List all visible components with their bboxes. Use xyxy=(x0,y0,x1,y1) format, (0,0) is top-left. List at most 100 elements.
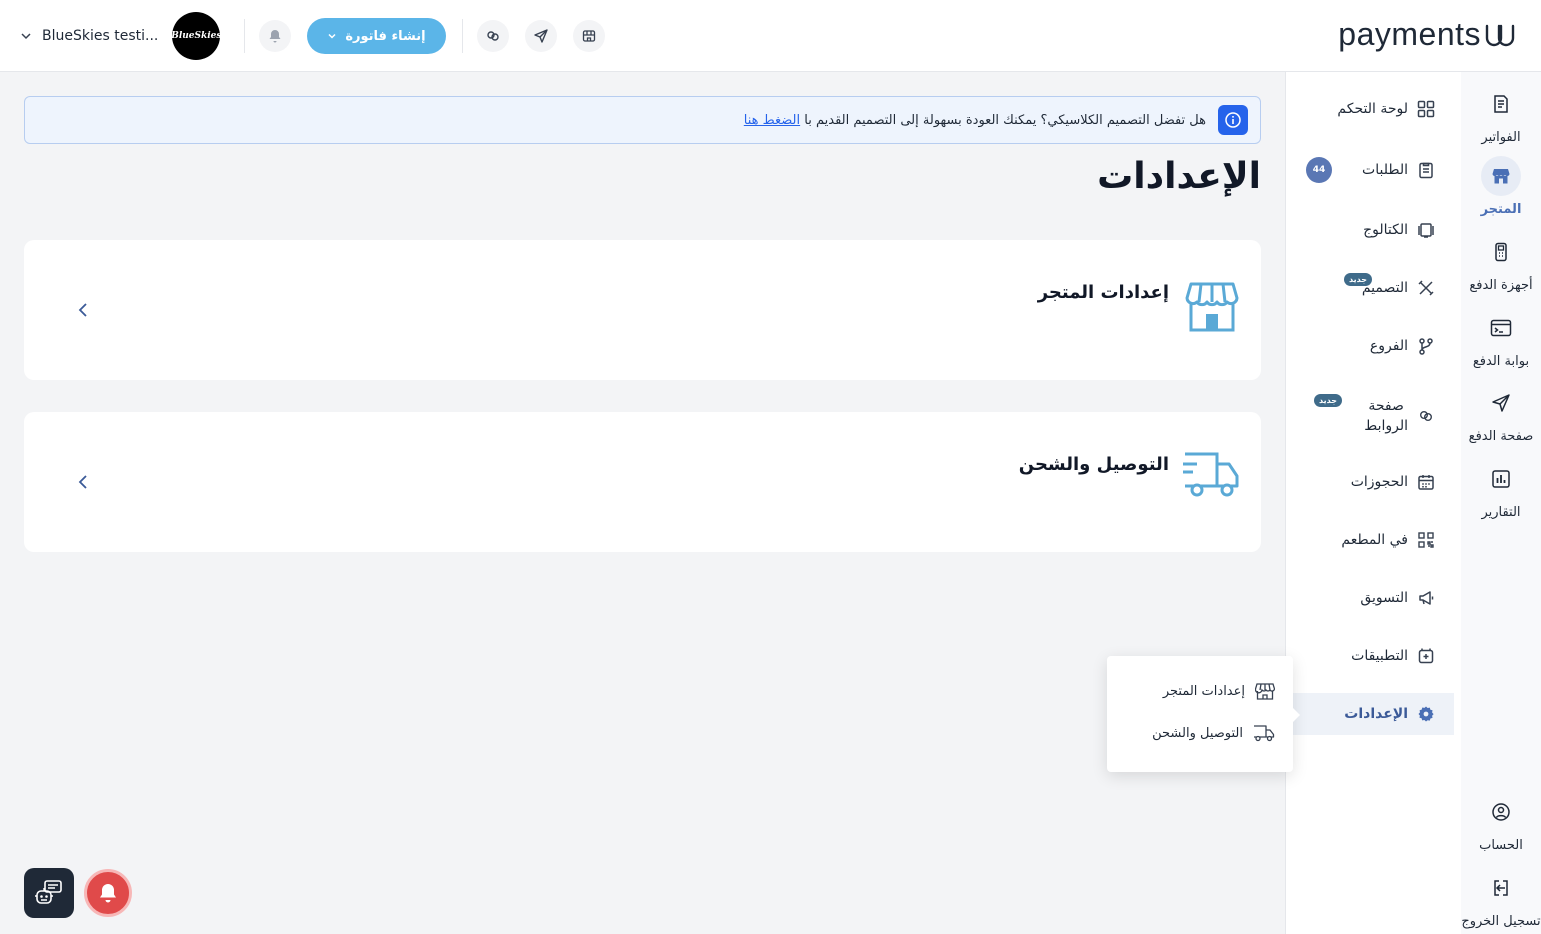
chevron-left-icon[interactable] xyxy=(76,472,88,492)
sidebar-item-label: الكتالوج xyxy=(1363,222,1408,238)
gear-icon xyxy=(1416,704,1436,724)
sidebar-item-links-page[interactable]: صفحة الروابط جديد xyxy=(1286,392,1454,440)
flyout-item-label: إعدادات المتجر xyxy=(1162,683,1245,699)
bell-icon xyxy=(269,30,281,43)
store-sub-sidebar: لوحة التحكم الطلبات 44 الكتالوج التصميم … xyxy=(1285,72,1461,934)
account-icon xyxy=(1481,792,1521,832)
catalog-icon xyxy=(1416,220,1436,240)
links-button[interactable] xyxy=(476,20,509,52)
store-icon xyxy=(582,30,595,42)
sidebar-item-payment-page[interactable]: صفحة الدفع xyxy=(1461,383,1541,444)
sidebar-item-label: المتجر xyxy=(1480,202,1522,217)
send-icon xyxy=(533,29,548,43)
sidebar-item-dashboard[interactable]: لوحة التحكم xyxy=(1286,88,1454,130)
create-invoice-label: إنشاء فاتورة xyxy=(345,28,426,44)
invoice-icon xyxy=(1481,84,1521,124)
sidebar-item-branches[interactable]: الفروع xyxy=(1286,325,1454,367)
chevron-left-icon[interactable] xyxy=(76,300,88,320)
clipboard-icon xyxy=(1416,160,1436,180)
sidebar-item-store[interactable]: المتجر xyxy=(1461,156,1541,217)
bell-icon xyxy=(100,884,116,903)
store-switcher[interactable]: BlueSkies testi... xyxy=(20,28,158,44)
notifications-alert-button[interactable] xyxy=(84,869,132,917)
sidebar-item-label: أجهزة الدفع xyxy=(1469,278,1533,293)
calendar-icon xyxy=(1416,472,1436,492)
sidebar-item-label: التقارير xyxy=(1481,505,1521,520)
create-invoice-button[interactable]: إنشاء فاتورة xyxy=(307,18,446,54)
chatbot-button[interactable] xyxy=(24,868,74,918)
sidebar-item-design[interactable]: التصميم جديد xyxy=(1286,267,1454,309)
logo-mark-icon xyxy=(1485,24,1515,46)
logo-text: payments xyxy=(1338,16,1481,52)
delivery-truck-icon xyxy=(1253,724,1275,742)
sidebar-item-label: الإعدادات xyxy=(1344,706,1408,722)
new-badge: جديد xyxy=(1344,273,1373,286)
info-icon xyxy=(1218,105,1248,135)
sidebar-item-payment-devices[interactable]: أجهزة الدفع xyxy=(1461,232,1541,293)
storefront-icon xyxy=(1255,682,1275,700)
store-settings-card[interactable]: إعدادات المتجر xyxy=(24,240,1261,380)
apps-icon xyxy=(1416,646,1436,666)
app-logo[interactable]: payments xyxy=(1338,16,1517,53)
sidebar-item-account[interactable]: الحساب xyxy=(1461,792,1541,853)
sidebar-item-catalog[interactable]: الكتالوج xyxy=(1286,209,1454,251)
grid-icon xyxy=(1416,99,1436,119)
sidebar-item-orders[interactable]: الطلبات 44 xyxy=(1286,149,1454,191)
sidebar-item-apps[interactable]: التطبيقات xyxy=(1286,635,1454,677)
terminal-icon xyxy=(1481,308,1521,348)
branch-icon xyxy=(1416,336,1436,356)
sidebar-item-label: بوابة الدفع xyxy=(1472,354,1530,369)
sidebar-item-invoices[interactable]: الفواتير xyxy=(1461,84,1541,145)
header-actions: BlueSkies testi... BlueSkies إنشاء فاتور… xyxy=(20,12,605,60)
sidebar-item-label: الفواتير xyxy=(1481,130,1521,145)
flyout-item-store-settings[interactable]: إعدادات المتجر xyxy=(1163,682,1275,700)
link-icon xyxy=(486,31,499,41)
avatar[interactable]: BlueSkies xyxy=(171,12,221,60)
bar-chart-icon xyxy=(1481,459,1521,499)
store-button[interactable] xyxy=(572,20,605,52)
settings-flyout-menu: إعدادات المتجر التوصيل والشحن xyxy=(1107,656,1300,772)
sidebar-item-label: الحساب xyxy=(1479,838,1523,853)
sidebar-item-label: الفروع xyxy=(1369,338,1408,354)
sidebar-item-label: في المطعم xyxy=(1341,532,1408,548)
sidebar-item-label: تسجيل الخروج xyxy=(1461,914,1541,929)
delivery-truck-icon xyxy=(1183,450,1239,500)
megaphone-icon xyxy=(1416,588,1436,608)
chevron-down-icon xyxy=(20,30,32,42)
banner-link[interactable]: الضغط هنا xyxy=(744,113,800,128)
notification-bell-button[interactable] xyxy=(259,20,292,52)
sidebar-item-label: التطبيقات xyxy=(1351,648,1408,664)
sidebar-item-payment-gateway[interactable]: بوابة الدفع xyxy=(1461,308,1541,369)
main-content: هل تفضل التصميم الكلاسيكي؟ يمكنك العودة … xyxy=(0,72,1285,934)
delivery-shipping-card[interactable]: التوصيل والشحن xyxy=(24,412,1261,552)
storefront-icon xyxy=(1185,278,1239,334)
primary-sidebar: الفواتير المتجر أجهزة الدفع بوابة الدفع … xyxy=(1461,72,1541,934)
store-name-label: BlueSkies testi... xyxy=(42,28,159,44)
pos-device-icon xyxy=(1481,232,1521,272)
banner-text: هل تفضل التصميم الكلاسيكي؟ يمكنك العودة … xyxy=(743,112,1206,128)
top-header: BlueSkies testi... BlueSkies إنشاء فاتور… xyxy=(0,0,1541,72)
sidebar-item-marketing[interactable]: التسويق xyxy=(1286,577,1454,619)
store-icon xyxy=(1481,156,1521,196)
robot-chat-icon xyxy=(35,880,62,904)
sidebar-item-settings[interactable]: الإعدادات xyxy=(1286,693,1454,735)
sidebar-item-label: الطلبات xyxy=(1362,162,1408,178)
sidebar-item-reports[interactable]: التقارير xyxy=(1461,459,1541,520)
sidebar-item-label: صفحة الروابط xyxy=(1364,398,1408,434)
send-icon xyxy=(1481,383,1521,423)
sidebar-item-bookings[interactable]: الحجوزات xyxy=(1286,461,1454,503)
new-badge: جديد xyxy=(1314,394,1343,407)
orders-count-badge: 44 xyxy=(1306,157,1332,183)
qr-code-icon xyxy=(1416,530,1436,550)
sidebar-item-logout[interactable]: تسجيل الخروج xyxy=(1461,868,1541,929)
page-title: الإعدادات xyxy=(1097,156,1261,197)
design-tools-icon xyxy=(1416,278,1436,298)
divider xyxy=(244,19,246,53)
send-button[interactable] xyxy=(524,20,557,52)
card-title: التوصيل والشحن xyxy=(1018,454,1169,475)
classic-design-banner: هل تفضل التصميم الكلاسيكي؟ يمكنك العودة … xyxy=(24,96,1261,144)
sidebar-item-label: التسويق xyxy=(1360,590,1408,606)
sidebar-item-in-restaurant[interactable]: في المطعم xyxy=(1286,519,1454,561)
flyout-item-delivery-shipping[interactable]: التوصيل والشحن xyxy=(1152,724,1275,742)
card-title: إعدادات المتجر xyxy=(1037,282,1169,303)
